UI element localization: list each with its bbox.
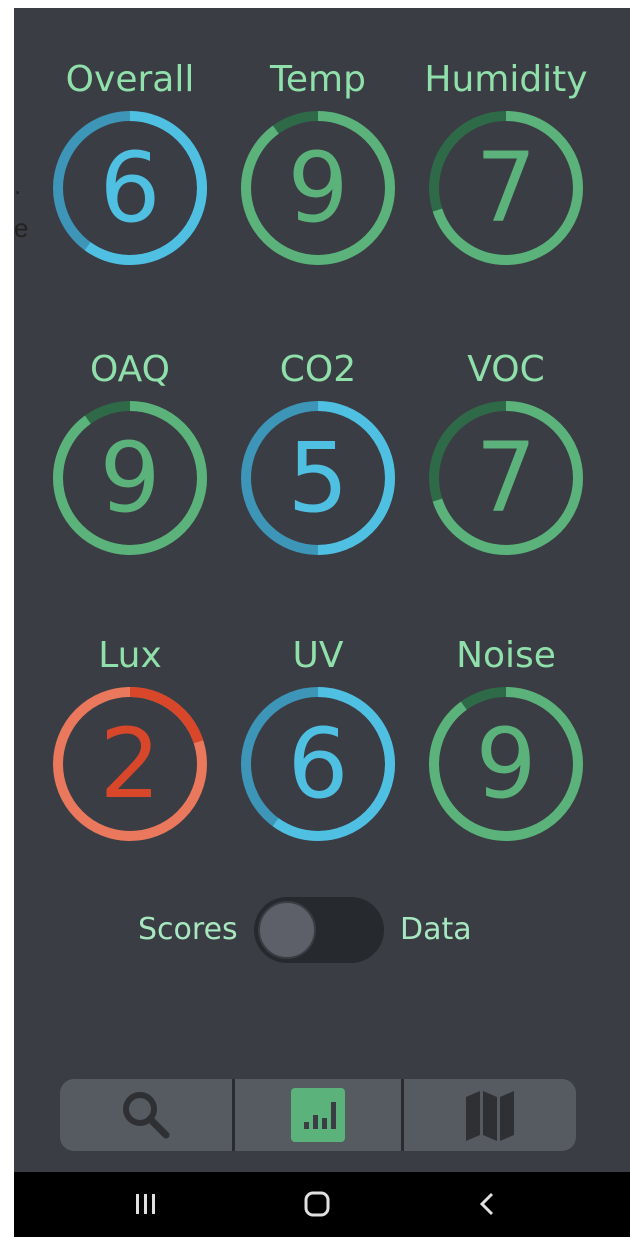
tab-search[interactable] [60, 1079, 232, 1151]
gauge-oaq[interactable]: OAQ 9 [40, 348, 220, 588]
gauge-value: 2 [99, 708, 161, 820]
app-screen: . e Overall 6 Temp 9 Humidity 7 OAQ 9 CO2 5 VOC 7 Lu… [14, 8, 630, 1237]
system-navigation-bar [14, 1172, 630, 1237]
edge-artifact: e [14, 213, 29, 243]
gauge-label: Humidity [424, 59, 588, 100]
gauge-value: 9 [287, 132, 349, 244]
gauge-value: 7 [475, 132, 537, 244]
switch-knob[interactable] [258, 901, 316, 959]
view-toggle-row: Scores Data [14, 894, 630, 964]
gauge-voc[interactable]: VOC 7 [416, 348, 596, 588]
bar-chart-icon [291, 1088, 345, 1142]
gauge-label: CO2 [279, 349, 357, 390]
home-icon[interactable] [303, 1190, 331, 1218]
gauge-label: Lux [98, 635, 162, 676]
gauge-value: 9 [475, 708, 537, 820]
recents-icon[interactable] [134, 1190, 158, 1218]
gauge-co2[interactable]: CO2 5 [228, 348, 408, 588]
gauge-label: UV [292, 635, 344, 676]
gauge-label: Temp [270, 59, 366, 100]
back-icon[interactable] [478, 1190, 498, 1218]
data-label[interactable]: Data [400, 912, 472, 947]
gauge-temp[interactable]: Temp 9 [228, 58, 408, 298]
search-icon [123, 1092, 170, 1139]
gauge-noise[interactable]: Noise 9 [416, 634, 596, 874]
gauge-value: 6 [99, 132, 161, 244]
gauge-humidity[interactable]: Humidity 7 [416, 58, 596, 298]
bottom-tab-bar [60, 1079, 576, 1151]
gauge-label: Noise [456, 635, 556, 676]
tab-map[interactable] [404, 1079, 576, 1151]
scores-label[interactable]: Scores [138, 912, 238, 947]
tab-stats[interactable] [235, 1079, 401, 1151]
gauge-value: 7 [475, 422, 537, 534]
gauge-label: Overall [65, 59, 195, 100]
map-icon [466, 1091, 514, 1141]
gauge-uv[interactable]: UV 6 [228, 634, 408, 874]
gauge-value: 6 [287, 708, 349, 820]
gauge-value: 5 [287, 422, 349, 534]
gauge-value: 9 [99, 422, 161, 534]
scores-data-switch[interactable] [254, 897, 384, 963]
gauge-lux[interactable]: Lux 2 [40, 634, 220, 874]
gauge-overall[interactable]: Overall 6 [40, 58, 220, 298]
gauge-label: OAQ [89, 349, 171, 390]
gauge-label: VOC [467, 349, 545, 390]
edge-artifact: . [14, 170, 22, 200]
